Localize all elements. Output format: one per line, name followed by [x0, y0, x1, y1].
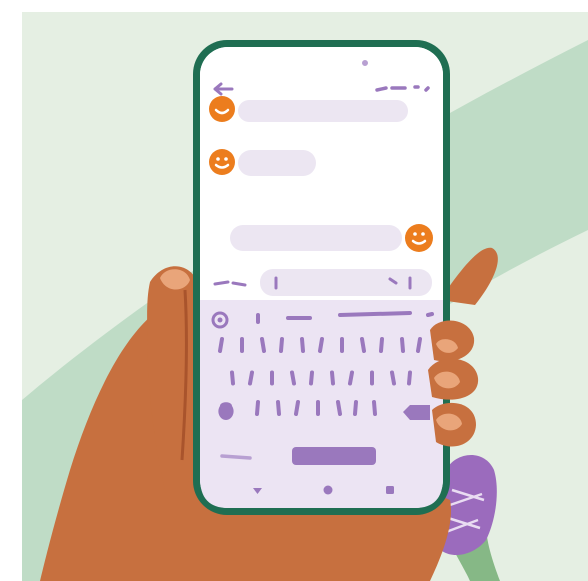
message-input[interactable]	[260, 269, 432, 296]
keyboard-key[interactable]	[318, 337, 324, 353]
frame-top	[0, 0, 588, 12]
keyboard-key[interactable]	[290, 370, 296, 386]
keyboard-panel	[200, 300, 443, 508]
message-bubble	[238, 100, 408, 122]
keyboard-key[interactable]	[379, 337, 384, 353]
smiley-avatar-icon	[405, 224, 433, 252]
keyboard-key[interactable]	[276, 400, 281, 416]
keyboard-key[interactable]	[348, 370, 354, 386]
keyboard-key[interactable]	[372, 400, 377, 416]
keyboard-key[interactable]	[336, 400, 342, 416]
keyboard	[200, 300, 443, 508]
fingers-front	[428, 320, 479, 447]
illustration	[0, 0, 588, 581]
smiley-avatar-icon	[209, 96, 235, 122]
nav-home-icon[interactable]	[323, 485, 333, 495]
message-incoming-2	[209, 149, 316, 176]
keyboard-key[interactable]	[300, 337, 305, 353]
smiley-avatar-icon	[209, 149, 235, 175]
keyboard-key[interactable]	[294, 400, 300, 416]
keyboard-key[interactable]	[330, 370, 335, 386]
header-fill	[200, 80, 443, 102]
camera-dot	[362, 60, 368, 66]
keyboard-key[interactable]	[248, 370, 254, 386]
keyboard-key[interactable]	[309, 370, 314, 386]
keyboard-key[interactable]	[279, 337, 284, 353]
message-bubble	[230, 225, 402, 251]
phone-chat-illustration	[0, 0, 588, 581]
keyboard-key[interactable]	[230, 370, 235, 386]
keyboard-key[interactable]	[407, 370, 412, 386]
keyboard-key[interactable]	[353, 400, 358, 416]
symbols-key[interactable]	[220, 454, 252, 460]
keyboard-key[interactable]	[218, 337, 224, 353]
keyboard-key[interactable]	[416, 337, 422, 353]
keyboard-key[interactable]	[390, 370, 396, 386]
keyboard-key[interactable]	[360, 337, 366, 353]
keyboard-key[interactable]	[255, 400, 260, 416]
message-bubble	[238, 150, 316, 176]
keyboard-key[interactable]	[260, 337, 266, 353]
shift-icon[interactable]	[218, 402, 234, 420]
space-bar[interactable]	[292, 447, 376, 465]
frame-left	[0, 0, 22, 581]
keyboard-key[interactable]	[400, 337, 405, 353]
nav-recent-icon[interactable]	[386, 486, 394, 494]
